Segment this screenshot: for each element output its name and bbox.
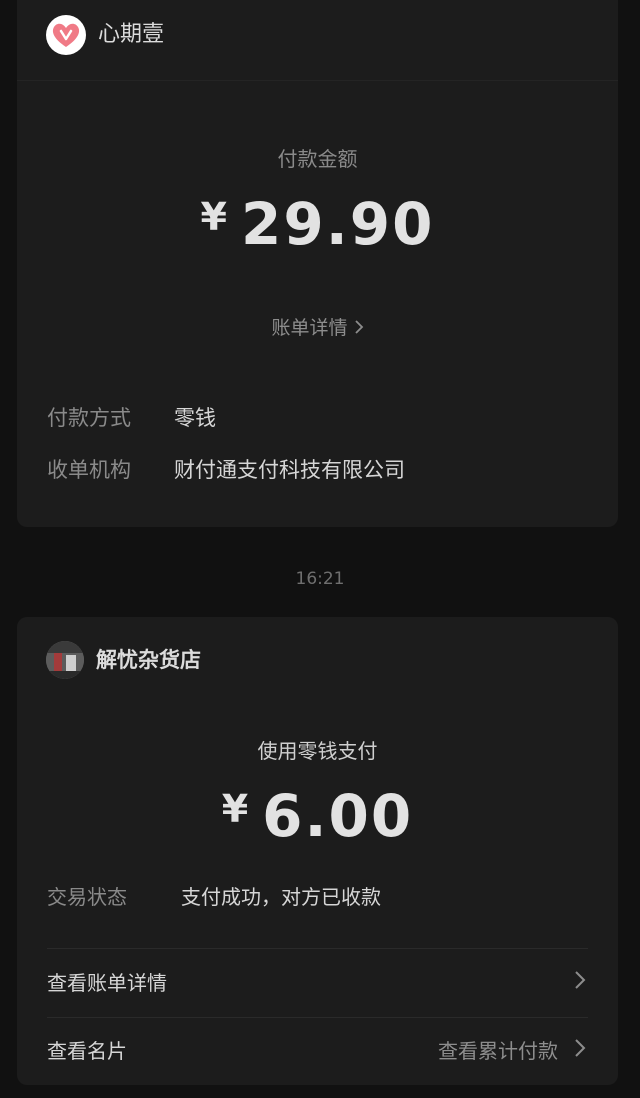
view-bill-chevron (558, 968, 586, 998)
pay-method-caption: 使用零钱支付 (257, 739, 378, 763)
view-bill-label: 查看账单详情 (47, 971, 167, 995)
amount-label: 付款金额 (277, 147, 358, 171)
payment-method-value: 零钱 (174, 406, 216, 430)
view-bill-row[interactable]: 查看账单详情 (17, 949, 618, 1017)
bill-detail-link[interactable]: 账单详情 (17, 315, 618, 342)
view-total-label: 查看累计付款 (438, 1039, 558, 1063)
view-card-label: 查看名片 (47, 1039, 127, 1063)
card-header: 心期壹 (17, 0, 618, 81)
payment-card-1: 心期壹 付款金额 ¥29.90 账单详情 付款方式 零钱 收单机构 财付通支付科… (17, 0, 618, 527)
amount-value: 6.00 (262, 782, 414, 850)
merchant-name: 心期壹 (98, 22, 165, 47)
payment-method-label: 付款方式 (47, 406, 131, 430)
bill-detail-label: 账单详情 (271, 317, 348, 339)
status-label: 交易状态 (47, 885, 127, 909)
amount-value: 29.90 (240, 190, 435, 258)
view-card-row[interactable]: 查看名片 查看累计付款 (17, 1018, 618, 1085)
merchant-avatar[interactable] (46, 641, 84, 679)
message-timestamp: 16:21 (295, 569, 345, 589)
payment-card-2: 解忧杂货店 使用零钱支付 ¥6.00 交易状态 支付成功，对方已收款 查看账单详… (17, 617, 618, 1085)
acquirer-value: 财付通支付科技有限公司 (174, 458, 405, 482)
currency-symbol: ¥ (221, 787, 249, 831)
chevron-right-icon (574, 968, 586, 998)
chevron-right-icon (574, 1036, 586, 1066)
heart-logo-icon[interactable] (46, 15, 86, 55)
currency-symbol: ¥ (200, 195, 227, 239)
merchant-name: 解忧杂货店 (96, 648, 201, 672)
chevron-right-icon (354, 316, 364, 342)
payment-amount: ¥6.00 (17, 782, 618, 850)
acquirer-label: 收单机构 (47, 458, 131, 482)
status-value: 支付成功，对方已收款 (181, 885, 381, 909)
view-total-link[interactable]: 查看累计付款 (438, 1036, 586, 1066)
payment-amount: ¥29.90 (17, 190, 618, 258)
